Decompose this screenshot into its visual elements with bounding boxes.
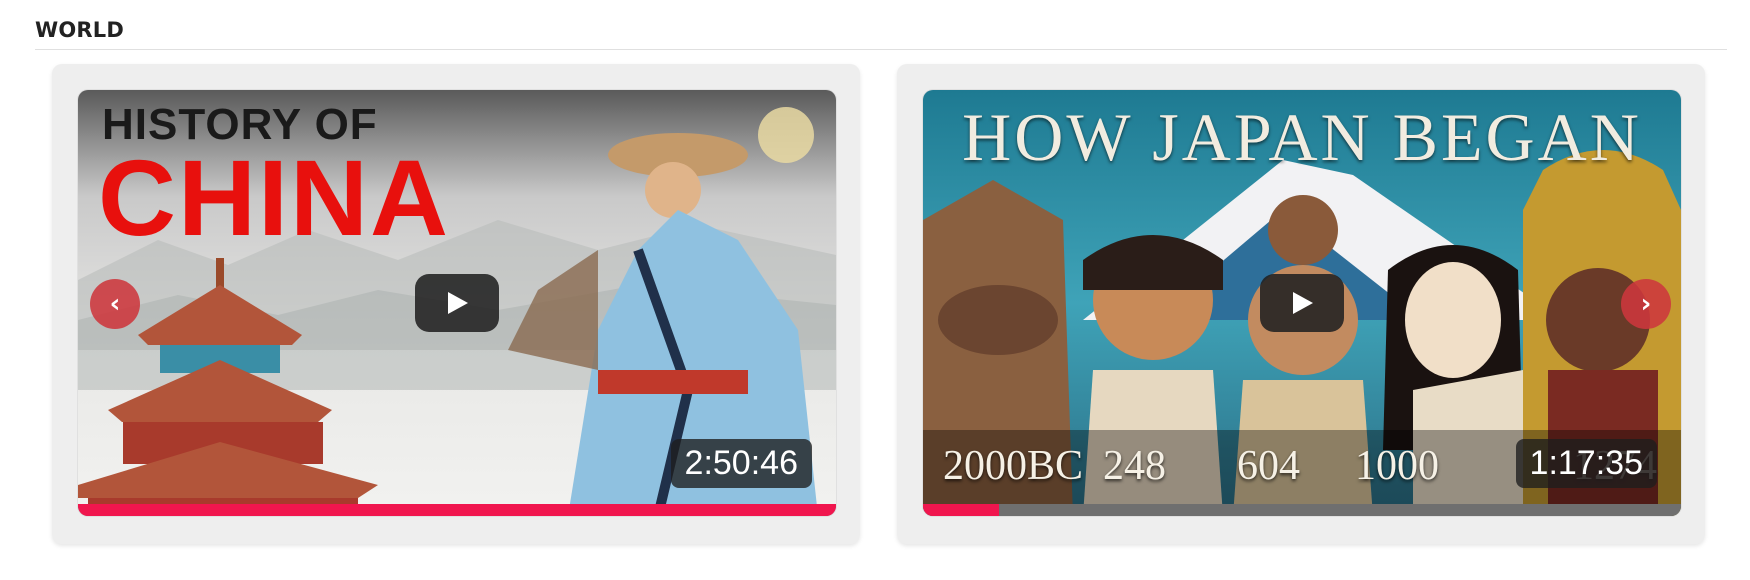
chevron-left-icon: ‹ [109, 289, 121, 319]
play-button[interactable] [415, 274, 499, 332]
chevron-right-icon: › [1640, 289, 1652, 319]
video-card-japan: HOW JAPAN BEGAN 2000BC 248 604 1000 1274… [897, 64, 1705, 544]
carousel-prev-button[interactable]: ‹ [90, 279, 140, 329]
video-card-china: HISTORY OF CHINA 2:50:46 [52, 64, 860, 544]
watch-progress-fill [923, 504, 999, 516]
section-divider [35, 49, 1727, 50]
watch-progress-track [78, 504, 836, 516]
thumbnail-title: HOW JAPAN BEGAN [962, 99, 1642, 175]
video-thumbnail-japan[interactable]: HOW JAPAN BEGAN 2000BC 248 604 1000 1274… [923, 90, 1681, 516]
play-button[interactable] [1260, 274, 1344, 332]
video-duration: 2:50:46 [670, 439, 812, 488]
thumbnail-title-line2: CHINA [98, 137, 450, 258]
era-label: 2000BC [943, 443, 1084, 489]
era-label: 604 [1237, 443, 1300, 489]
watch-progress-track [923, 504, 1681, 516]
era-label: 1000 [1355, 443, 1439, 489]
carousel-next-button[interactable]: › [1621, 279, 1671, 329]
watch-progress-fill [78, 504, 836, 516]
era-label: 248 [1103, 443, 1166, 489]
video-duration: 1:17:35 [1515, 439, 1657, 488]
play-icon [1293, 292, 1313, 314]
section-title: WORLD [35, 18, 124, 42]
video-thumbnail-china[interactable]: HISTORY OF CHINA 2:50:46 [78, 90, 836, 516]
play-icon [448, 292, 468, 314]
